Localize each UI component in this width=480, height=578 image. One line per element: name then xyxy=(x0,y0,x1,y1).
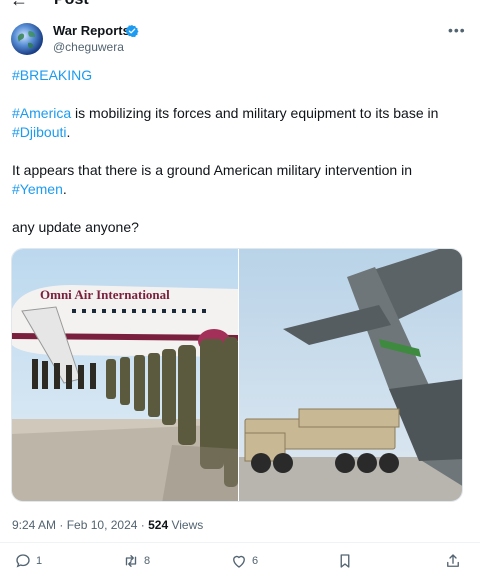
globe-avatar-icon xyxy=(17,31,36,49)
more-options-icon[interactable]: ••• xyxy=(448,22,466,38)
reply-icon xyxy=(16,554,30,568)
post-time[interactable]: 9:24 AM xyxy=(12,518,56,532)
bookmark-button[interactable] xyxy=(336,552,354,570)
author-handle[interactable]: @cheguwera xyxy=(53,40,124,54)
hashtag-djibouti[interactable]: #Djibouti xyxy=(12,124,66,140)
top-bar: ← Post xyxy=(0,0,480,10)
hashtag-breaking[interactable]: #BREAKING xyxy=(12,67,92,83)
tweet-text-segment: . xyxy=(62,181,67,197)
heart-icon xyxy=(233,555,245,568)
author-name[interactable]: War Reports xyxy=(53,23,130,38)
views-label: Views xyxy=(168,518,204,532)
tweet-text-segment: . xyxy=(66,124,71,140)
action-bar: 1 8 6 xyxy=(0,552,480,576)
views-count: 524 xyxy=(148,518,169,532)
share-icon xyxy=(447,554,459,567)
tweet-text-segment: any update anyone? xyxy=(12,219,139,235)
share-button[interactable] xyxy=(444,552,462,570)
arrow-left-icon[interactable]: ← xyxy=(10,0,28,9)
tweet-text: #BREAKING #America is mobilizing its for… xyxy=(12,66,468,237)
post-meta: 9:24 AM · Feb 10, 2024 · 524 Views xyxy=(12,518,203,532)
media-grid[interactable]: Omni Air International xyxy=(11,248,463,502)
page-title: Post xyxy=(54,0,89,8)
tweet-text-segment: It appears that there is a ground Americ… xyxy=(12,162,412,178)
repost-icon xyxy=(125,555,137,567)
tweet-text-segment: is mobilizing its forces and military eq… xyxy=(71,105,439,121)
repost-count: 8 xyxy=(144,555,151,567)
divider xyxy=(0,542,480,543)
photo-thaad-loading[interactable] xyxy=(239,249,462,501)
meta-separator: · xyxy=(56,518,67,532)
post-date[interactable]: Feb 10, 2024 xyxy=(67,518,138,532)
airline-logo-text: Omni Air International xyxy=(40,287,170,302)
repost-button[interactable]: 8 xyxy=(122,552,150,570)
like-count: 6 xyxy=(252,555,259,567)
like-button[interactable]: 6 xyxy=(230,552,258,570)
meta-separator: · xyxy=(137,518,149,532)
verified-badge-icon xyxy=(125,24,139,38)
avatar[interactable] xyxy=(11,23,43,55)
photo-troops-boarding[interactable]: Omni Air International xyxy=(12,249,238,501)
bookmark-icon xyxy=(340,554,350,568)
hashtag-america[interactable]: #America xyxy=(12,105,71,121)
hashtag-yemen[interactable]: #Yemen xyxy=(12,181,63,197)
reply-count: 1 xyxy=(36,555,43,567)
reply-button[interactable]: 1 xyxy=(14,552,42,570)
